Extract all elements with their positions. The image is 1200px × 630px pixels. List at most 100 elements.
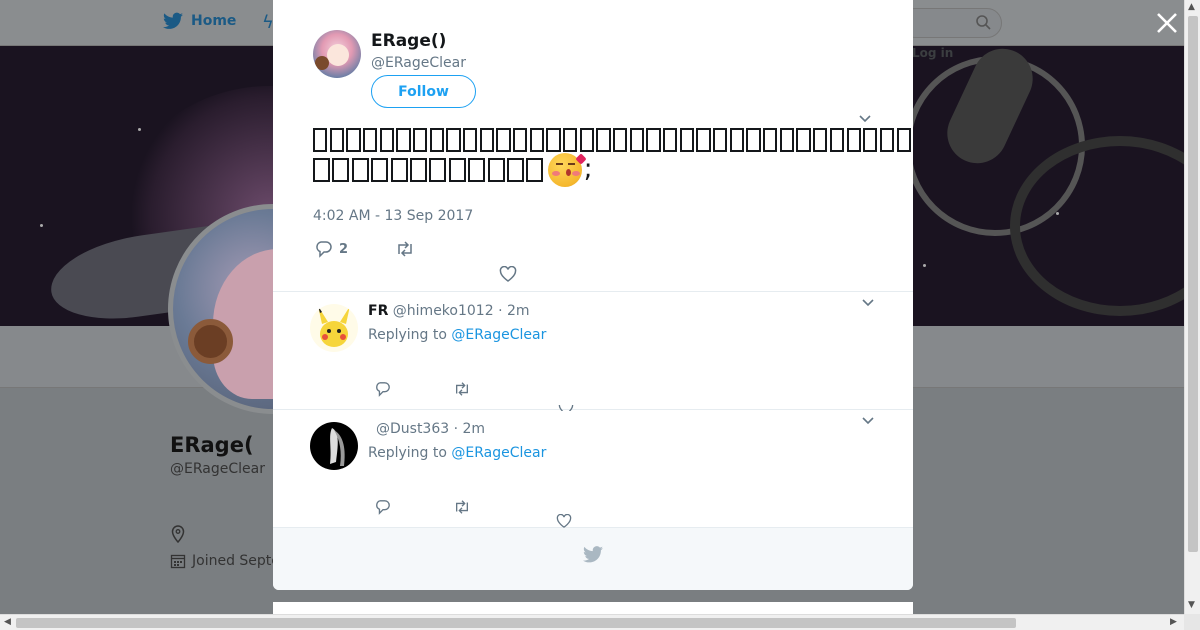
missing-glyph <box>329 128 344 152</box>
missing-glyph <box>363 128 378 152</box>
reply-count: 2 <box>339 241 349 257</box>
nav-home-label: Home <box>191 13 237 29</box>
missing-glyph <box>429 128 444 152</box>
scroll-left-icon[interactable]: ◀ <box>4 617 11 627</box>
missing-glyph <box>409 157 427 182</box>
scroll-down-icon[interactable]: ▼ <box>1188 600 1195 610</box>
missing-glyph <box>863 128 878 152</box>
missing-glyph <box>487 157 505 182</box>
missing-glyph <box>546 128 561 152</box>
missing-glyph <box>446 128 461 152</box>
missing-glyph <box>596 128 611 152</box>
reply-button[interactable] <box>375 499 391 515</box>
missing-glyph <box>371 157 389 182</box>
retweet-button[interactable] <box>453 381 471 397</box>
scrollbar-corner <box>1184 614 1200 630</box>
missing-glyph <box>313 128 328 152</box>
reply-author-handle: @Dust363 <box>376 421 450 437</box>
permalink-tweet: ERage() @ERageClear Follow ; 4:02 AM - 1… <box>273 0 913 292</box>
vertical-scroll-thumb[interactable] <box>1188 16 1198 552</box>
nav-home[interactable]: Home <box>163 12 236 30</box>
missing-glyph <box>796 128 811 152</box>
like-button[interactable] <box>556 514 572 528</box>
close-icon[interactable] <box>1154 10 1180 36</box>
replying-prefix: Replying to <box>368 327 447 343</box>
kissing-face-emoji-icon <box>547 152 587 187</box>
reply-tweet[interactable]: FR @himeko1012 · 2m Replying to @ERageCl… <box>273 292 913 411</box>
missing-glyph <box>646 128 661 152</box>
twitter-bird-icon <box>163 12 183 29</box>
reply-avatar[interactable] <box>310 304 358 352</box>
author-name[interactable]: ERage() <box>371 31 446 51</box>
joined-text: Joined Septe <box>192 553 280 569</box>
next-card-edge <box>273 602 913 614</box>
replying-to-link[interactable]: @ERageClear <box>451 445 546 461</box>
missing-glyph <box>479 128 494 152</box>
page: Home ϟ Log in ERage( @ERageClear Joined … <box>0 0 1200 630</box>
chevron-down-icon[interactable] <box>861 416 875 426</box>
missing-glyph <box>579 128 595 152</box>
missing-glyph <box>713 128 728 152</box>
reply-icon <box>376 382 390 397</box>
heart-icon <box>499 266 517 282</box>
like-button[interactable] <box>499 266 517 282</box>
reply-author-handle: @himeko1012 <box>392 303 494 319</box>
twitter-bird-icon <box>583 546 603 563</box>
follow-button[interactable]: Follow <box>371 75 476 108</box>
reply-avatar[interactable] <box>310 422 358 470</box>
retweet-icon <box>456 500 468 514</box>
missing-glyph <box>463 128 478 152</box>
search-input[interactable] <box>900 8 1002 38</box>
reply-time[interactable]: · 2m <box>498 303 529 319</box>
replying-to: Replying to @ERageClear <box>368 445 546 461</box>
chevron-down-icon[interactable] <box>861 298 875 308</box>
missing-glyph <box>896 128 911 152</box>
replying-to: Replying to @ERageClear <box>368 327 546 343</box>
calendar-icon <box>170 554 186 569</box>
heart-icon <box>556 514 572 528</box>
reply-button[interactable]: 2 <box>315 240 348 258</box>
tweet-text-line-1 <box>313 128 913 152</box>
scroll-right-icon[interactable]: ▶ <box>1170 617 1177 627</box>
retweet-button[interactable] <box>395 240 415 258</box>
missing-glyph <box>413 128 428 152</box>
retweet-icon <box>398 241 412 257</box>
missing-glyph <box>696 128 711 152</box>
horizontal-scroll-thumb[interactable] <box>16 618 1016 628</box>
tweet-timestamp[interactable]: 4:02 AM - 13 Sep 2017 <box>313 208 473 224</box>
vertical-scrollbar[interactable]: ▲ ▼ <box>1184 0 1200 614</box>
missing-glyph <box>729 128 745 152</box>
missing-glyph <box>496 128 511 152</box>
reply-author[interactable]: @Dust363 · 2m <box>376 421 485 437</box>
author-avatar[interactable] <box>313 30 361 78</box>
replying-prefix: Replying to <box>368 445 447 461</box>
missing-glyph <box>763 128 778 152</box>
horizontal-scrollbar[interactable]: ◀ ▶ <box>0 614 1184 630</box>
missing-glyph <box>332 157 350 182</box>
replying-to-link[interactable]: @ERageClear <box>451 327 546 343</box>
tweet-modal: ERage() @ERageClear Follow ; 4:02 AM - 1… <box>273 0 913 590</box>
missing-glyph <box>526 157 544 182</box>
missing-glyph <box>513 128 528 152</box>
missing-glyph <box>379 128 394 152</box>
missing-glyph <box>679 128 695 152</box>
author-handle[interactable]: @ERageClear <box>371 55 466 71</box>
login-dropdown[interactable]: Log in <box>912 46 953 60</box>
profile-handle: @ERageClear <box>170 461 265 477</box>
retweet-button[interactable] <box>453 499 471 515</box>
missing-glyph <box>346 128 361 152</box>
reply-tweet[interactable]: @Dust363 · 2m Replying to @ERageClear <box>273 410 913 528</box>
missing-glyph <box>779 128 795 152</box>
reply-button[interactable] <box>375 381 391 397</box>
reply-time[interactable]: · 2m <box>454 421 485 437</box>
missing-glyph <box>396 128 411 152</box>
missing-glyph <box>563 128 578 152</box>
scroll-up-icon[interactable]: ▲ <box>1188 2 1195 12</box>
missing-glyph <box>429 157 447 182</box>
missing-glyph <box>629 128 645 152</box>
missing-glyph <box>813 128 828 152</box>
retweet-icon <box>456 382 468 396</box>
missing-glyph <box>506 157 524 182</box>
reply-author[interactable]: FR @himeko1012 · 2m <box>368 303 530 319</box>
chevron-down-icon[interactable] <box>858 114 872 124</box>
